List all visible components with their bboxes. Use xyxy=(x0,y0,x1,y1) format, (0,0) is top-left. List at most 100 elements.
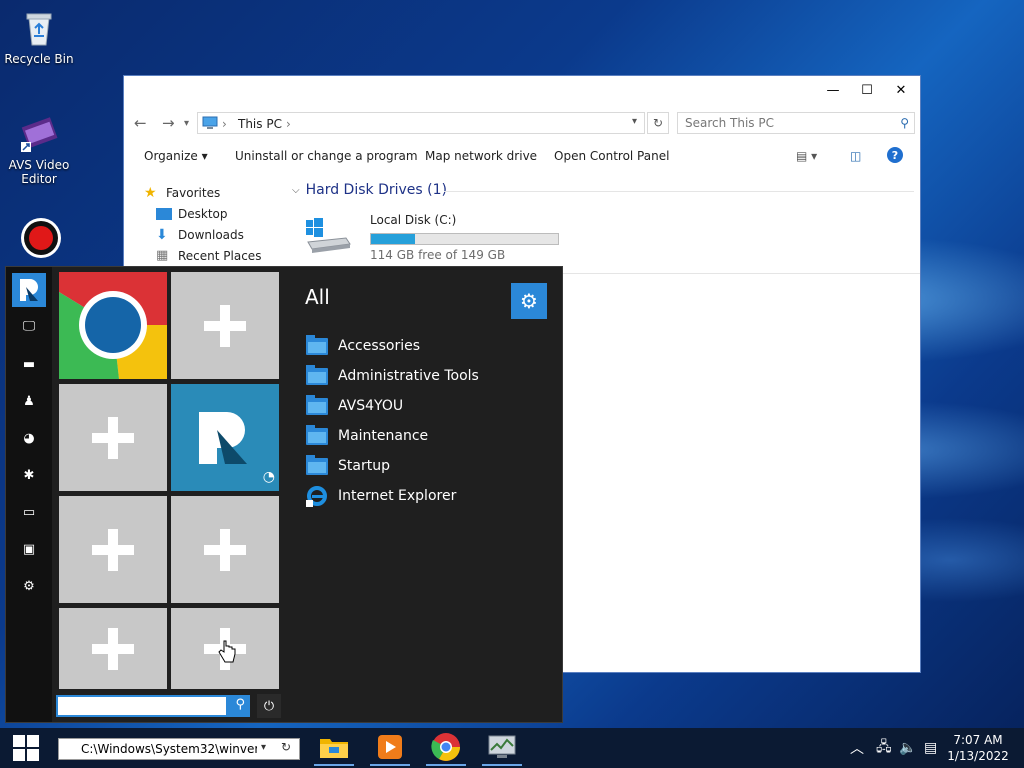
desktop-icon-label: AVS Video Editor xyxy=(8,158,70,186)
taskbar: C:\Windows\System32\winver.ex ▾ ↻ ︿ 🖧 🔈 … xyxy=(0,728,1024,768)
performance-icon[interactable]: ▭ xyxy=(20,503,38,521)
resource-monitor-icon xyxy=(488,735,516,758)
taskbar-chrome[interactable] xyxy=(426,730,466,766)
app-logo-tile-icon xyxy=(199,411,247,464)
hand-cursor-icon xyxy=(218,640,236,667)
map-network-drive-button[interactable]: Map network drive xyxy=(425,149,537,163)
program-item-accessories[interactable]: Accessories xyxy=(306,331,479,361)
drive-usage-fill xyxy=(371,234,415,244)
drive-name: Local Disk (C:) xyxy=(370,213,457,227)
internet-explorer-icon xyxy=(306,485,328,507)
plus-icon xyxy=(204,304,246,347)
tile-empty-add[interactable] xyxy=(171,272,279,379)
program-item-administrative-tools[interactable]: Administrative Tools xyxy=(306,361,479,391)
taskbar-clock[interactable]: 7:07 AM 1/13/2022 xyxy=(940,732,1016,764)
tile-app-logo[interactable]: ◔ xyxy=(171,384,279,491)
taskbar-resource-monitor[interactable] xyxy=(482,730,522,766)
address-row: ← → ▾ › This PC › ▾ ↻ Search This PC ⚲ xyxy=(124,110,920,136)
tile-empty-add[interactable] xyxy=(59,608,167,689)
nav-item-favorites[interactable]: ★ Favorites xyxy=(144,182,261,203)
folder-icon xyxy=(306,394,328,415)
command-bar: Organize ▾ Uninstall or change a program… xyxy=(124,146,920,168)
nav-item-label: Recent Places xyxy=(178,248,262,263)
program-label: Internet Explorer xyxy=(338,488,457,504)
drive-item-c[interactable]: Local Disk (C:) 114 GB free of 149 GB xyxy=(306,210,566,262)
organize-button[interactable]: Organize ▾ xyxy=(144,149,208,163)
address-bar[interactable]: › This PC › ▾ xyxy=(197,112,645,134)
taskbar-file-explorer[interactable] xyxy=(314,730,354,766)
start-search-input[interactable] xyxy=(58,697,226,715)
taskbar-avs-player[interactable] xyxy=(370,730,410,766)
change-view-icon[interactable]: ▤ ▾ xyxy=(796,149,817,163)
desktop-icon-recorder[interactable] xyxy=(1,216,77,260)
show-hidden-icons[interactable]: ︿ xyxy=(850,728,864,768)
tile-chrome[interactable] xyxy=(59,272,167,379)
monitor-icon[interactable]: 🖵 xyxy=(20,317,38,335)
action-center-icon[interactable]: ▤ xyxy=(924,728,937,768)
desktop-folder-icon xyxy=(156,207,172,220)
run-dropdown-icon[interactable]: ▾ xyxy=(261,742,266,753)
group-title: Hard Disk Drives (1) xyxy=(305,182,447,198)
tile-empty-add[interactable] xyxy=(59,496,167,603)
close-button[interactable]: ✕ xyxy=(884,76,918,104)
run-address-value: C:\Windows\System32\winver.ex xyxy=(81,742,257,756)
tile-empty-add[interactable] xyxy=(59,384,167,491)
address-this-pc[interactable]: This PC xyxy=(238,117,282,131)
back-arrow-icon[interactable]: ← xyxy=(134,114,147,132)
clock-time: 7:07 AM xyxy=(953,733,1003,747)
start-button[interactable] xyxy=(0,728,52,768)
start-search-box[interactable]: ⚲ xyxy=(56,695,250,717)
refresh-icon[interactable]: ↻ xyxy=(647,112,669,134)
uninstall-program-button[interactable]: Uninstall or change a program xyxy=(235,149,418,163)
clock-date: 1/13/2022 xyxy=(947,749,1009,763)
tile-empty-add[interactable] xyxy=(171,496,279,603)
help-icon[interactable]: ? xyxy=(887,147,903,163)
plus-icon xyxy=(92,627,134,670)
folder-rail-icon[interactable]: ▬ xyxy=(20,355,38,373)
search-input[interactable]: Search This PC ⚲ xyxy=(677,112,915,134)
content-pane: ⌵ Hard Disk Drives (1) Local Disk (C:) 11… xyxy=(292,182,920,262)
nav-item-recent-places[interactable]: ▦ Recent Places xyxy=(144,245,261,266)
address-separator: › xyxy=(286,117,291,131)
program-list: Accessories Administrative Tools AVS4YOU… xyxy=(306,331,479,511)
program-item-startup[interactable]: Startup xyxy=(306,451,479,481)
hard-drive-icon xyxy=(306,218,352,257)
volume-tray-icon[interactable]: 🔈 xyxy=(899,728,916,768)
program-item-avs4you[interactable]: AVS4YOU xyxy=(306,391,479,421)
nav-item-downloads[interactable]: ⬇ Downloads xyxy=(144,224,261,245)
explorer-titlebar[interactable]: — ☐ ✕ xyxy=(124,76,920,104)
all-programs-title: All xyxy=(305,285,330,309)
users-icon[interactable]: ♟ xyxy=(20,392,38,410)
open-control-panel-button[interactable]: Open Control Panel xyxy=(554,149,669,163)
start-settings-button[interactable]: ⚙ xyxy=(511,283,547,319)
gear-icon[interactable]: ⚙ xyxy=(20,577,38,595)
maximize-button[interactable]: ☐ xyxy=(850,76,884,104)
program-item-internet-explorer[interactable]: Internet Explorer xyxy=(306,481,479,511)
group-header[interactable]: ⌵ Hard Disk Drives (1) xyxy=(292,182,920,198)
minimize-button[interactable]: — xyxy=(816,76,850,104)
preview-pane-icon[interactable]: ◫ xyxy=(850,149,861,163)
windows-logo-icon xyxy=(13,735,39,761)
chrome-icon xyxy=(59,272,167,379)
program-item-maintenance[interactable]: Maintenance xyxy=(306,421,479,451)
folder-icon xyxy=(306,364,328,385)
video-player-icon xyxy=(378,735,402,759)
address-dropdown-icon[interactable]: ▾ xyxy=(632,116,637,127)
run-address-box[interactable]: C:\Windows\System32\winver.ex ▾ ↻ xyxy=(58,738,300,760)
forward-arrow-icon[interactable]: → xyxy=(162,114,175,132)
network-tray-icon[interactable]: 🖧 xyxy=(876,728,892,768)
run-go-icon[interactable]: ↻ xyxy=(281,740,291,754)
settings-gear-icon[interactable]: ✱ xyxy=(20,466,38,484)
search-icon[interactable]: ⚲ xyxy=(235,697,245,712)
display-icon[interactable]: ▣ xyxy=(20,540,38,558)
power-button[interactable]: ⏻ xyxy=(257,694,281,718)
folder-icon xyxy=(306,334,328,355)
network-icon[interactable]: ◕ xyxy=(20,429,38,447)
chrome-icon xyxy=(431,733,460,761)
download-icon: ⬇ xyxy=(156,226,168,243)
nav-item-desktop[interactable]: Desktop xyxy=(144,203,261,224)
desktop-icon-recycle-bin[interactable]: Recycle Bin xyxy=(1,8,77,66)
desktop-icon-avs-video-editor[interactable]: AVS Video Editor xyxy=(1,114,77,186)
recent-chevron-icon[interactable]: ▾ xyxy=(184,118,189,129)
app-logo-icon[interactable] xyxy=(12,273,46,307)
